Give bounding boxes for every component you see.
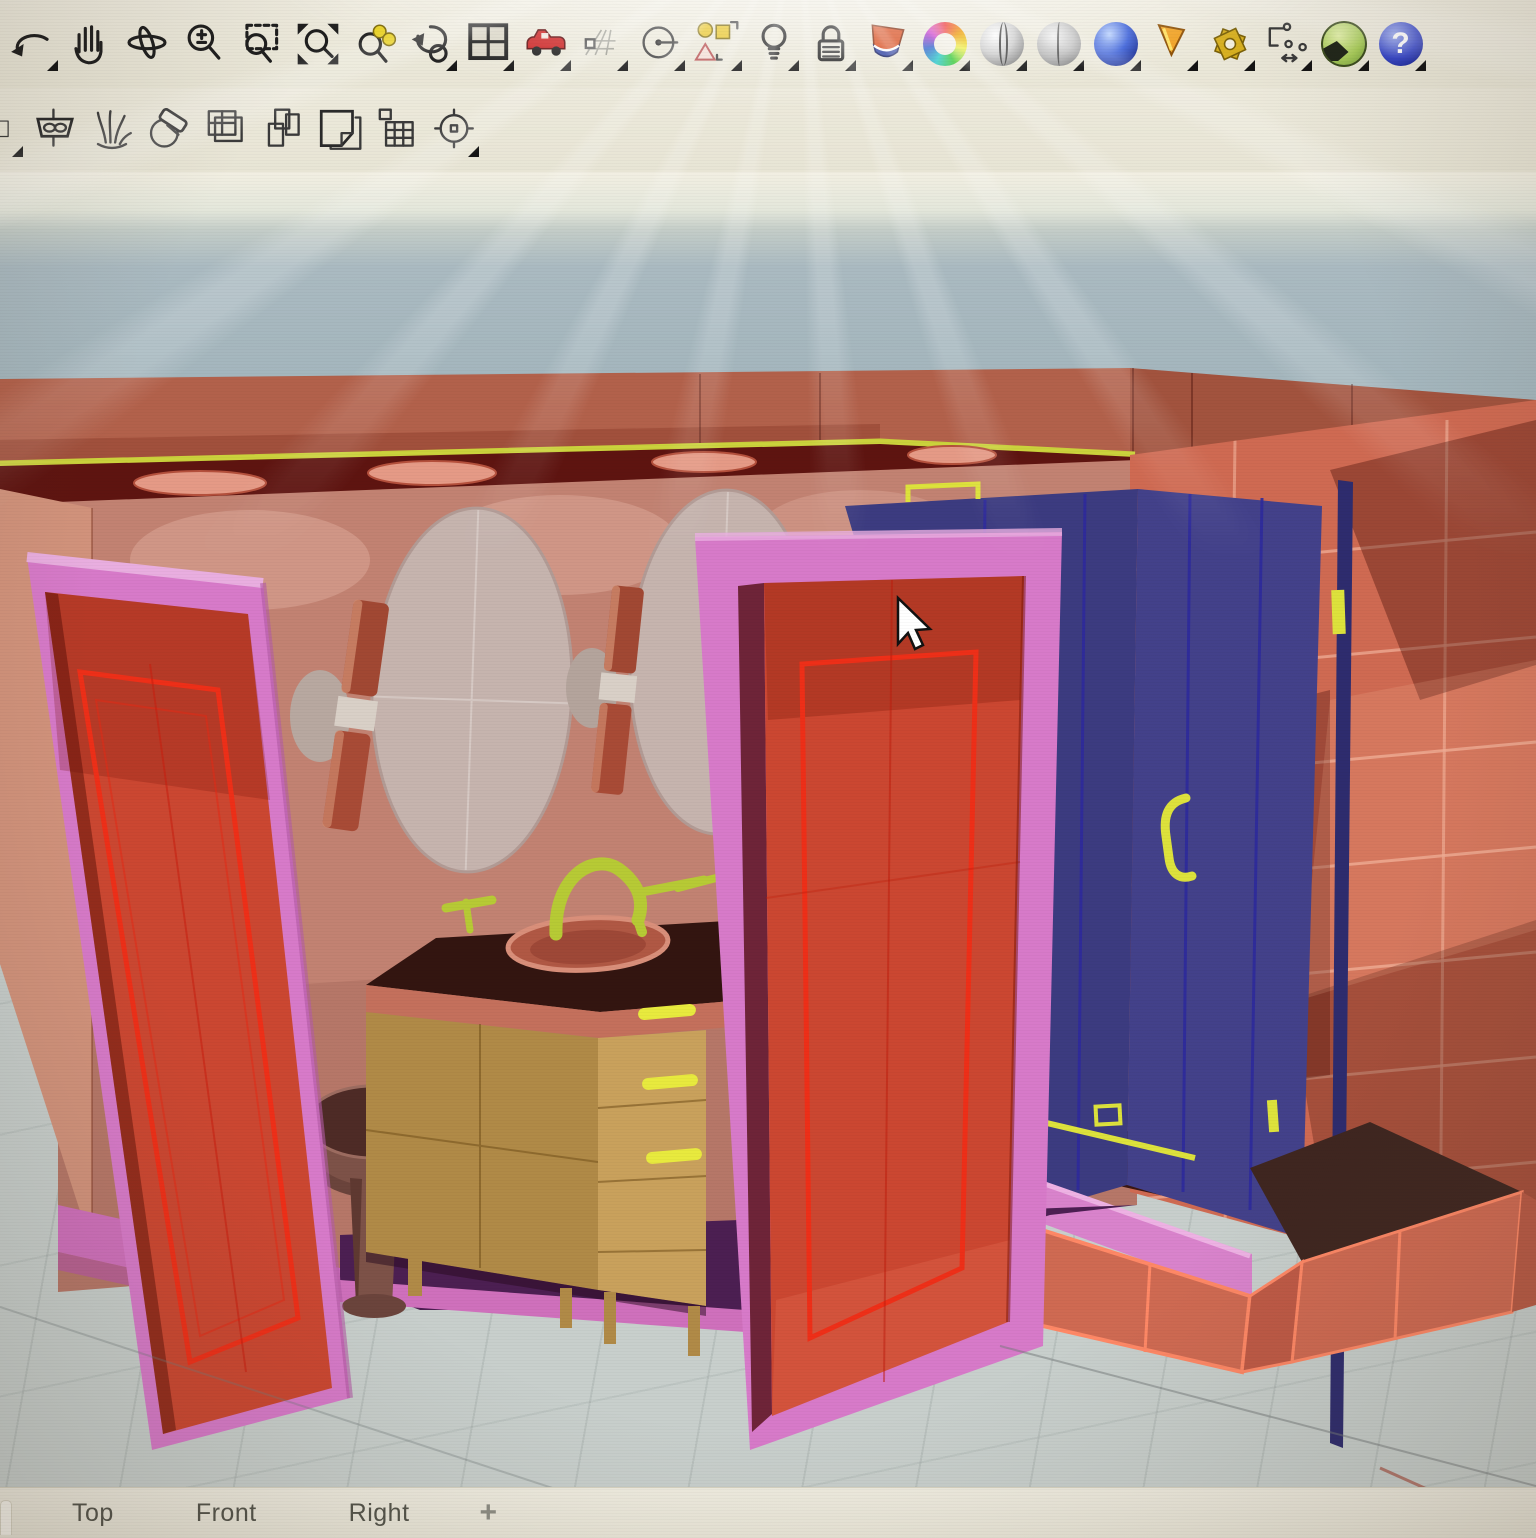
viewport-panes-icon[interactable] — [197, 99, 254, 161]
rendered-sphere-icon[interactable] — [1087, 13, 1144, 75]
help-icon[interactable]: ? — [1372, 13, 1429, 75]
shaded-sphere-glyph — [1036, 22, 1081, 66]
glass-hinge-icon — [1331, 589, 1346, 635]
synchronize-views-icon[interactable] — [425, 99, 482, 161]
panel-edge-icon[interactable] — [0, 99, 26, 161]
options-gear-icon[interactable] — [1201, 13, 1258, 75]
shower-glass-panel[interactable] — [1127, 489, 1322, 1238]
tab-strip-edge — [0, 1499, 12, 1535]
zoom-selected-icon[interactable] — [346, 13, 403, 75]
pan-hand-icon[interactable] — [61, 13, 118, 75]
recessed-light[interactable] — [907, 445, 997, 465]
wireframe-sphere-icon[interactable] — [973, 13, 1030, 75]
named-cplane-icon[interactable] — [26, 99, 83, 161]
named-views-car-icon[interactable] — [517, 13, 574, 75]
center-door-assembly[interactable] — [694, 528, 1063, 1450]
zoom-extents-icon[interactable] — [289, 13, 346, 75]
center-osnap-icon[interactable] — [631, 13, 688, 75]
cabinet-drawers[interactable] — [598, 1030, 706, 1306]
analysis-cone-icon[interactable] — [1144, 13, 1201, 75]
secondary-toolbar — [0, 88, 1536, 172]
recessed-light[interactable] — [651, 451, 757, 473]
web-globe-glyph — [1320, 21, 1367, 67]
perspective-grid-icon[interactable] — [574, 13, 631, 75]
viewport-tab-front[interactable]: Front — [186, 1499, 267, 1528]
color-wheel-icon[interactable] — [916, 13, 973, 75]
web-globe-icon[interactable] — [1315, 13, 1372, 75]
vegetation-icon[interactable] — [83, 99, 140, 161]
undo-view-icon[interactable] — [403, 13, 460, 75]
dimensions-icon[interactable] — [1258, 13, 1315, 75]
zoom-dynamic-icon[interactable] — [175, 13, 232, 75]
main-toolbar: ? — [0, 0, 1536, 88]
viewport-tab-right[interactable]: Right — [339, 1499, 420, 1528]
lock-icon[interactable] — [802, 13, 859, 75]
cabinet-side[interactable] — [366, 1012, 598, 1290]
viewport-tab-bar: Top Front Right + — [0, 1487, 1536, 1538]
application-window: ? Top Front Right + — [0, 0, 1536, 1538]
shaded-sphere-icon[interactable] — [1030, 13, 1087, 75]
materials-icon[interactable] — [859, 13, 916, 75]
rendered-sphere-glyph — [1093, 22, 1138, 66]
recessed-light[interactable] — [367, 460, 497, 486]
erase-decal-icon[interactable] — [140, 99, 197, 161]
rotate-view-icon[interactable] — [118, 13, 175, 75]
new-viewport-tab-button[interactable]: + — [480, 1496, 498, 1530]
viewport-tab-top[interactable]: Top — [62, 1499, 124, 1528]
selection-filter-icon[interactable] — [688, 13, 745, 75]
perspective-viewport[interactable] — [0, 172, 1536, 1488]
lamp-icon[interactable] — [745, 13, 802, 75]
viewport-tabs-icon[interactable] — [368, 99, 425, 161]
viewport-layout-icon[interactable] — [460, 13, 517, 75]
rotate-view-undo-icon[interactable] — [4, 13, 61, 75]
model-scene — [0, 368, 1536, 1488]
wireframe-sphere-glyph — [979, 22, 1024, 66]
recessed-light[interactable] — [133, 470, 267, 496]
floating-viewport-icon[interactable] — [311, 99, 368, 161]
copy-viewport-icon[interactable] — [254, 99, 311, 161]
color-wheel-glyph — [922, 22, 967, 66]
zoom-window-icon[interactable] — [232, 13, 289, 75]
help-glyph: ? — [1378, 22, 1423, 66]
